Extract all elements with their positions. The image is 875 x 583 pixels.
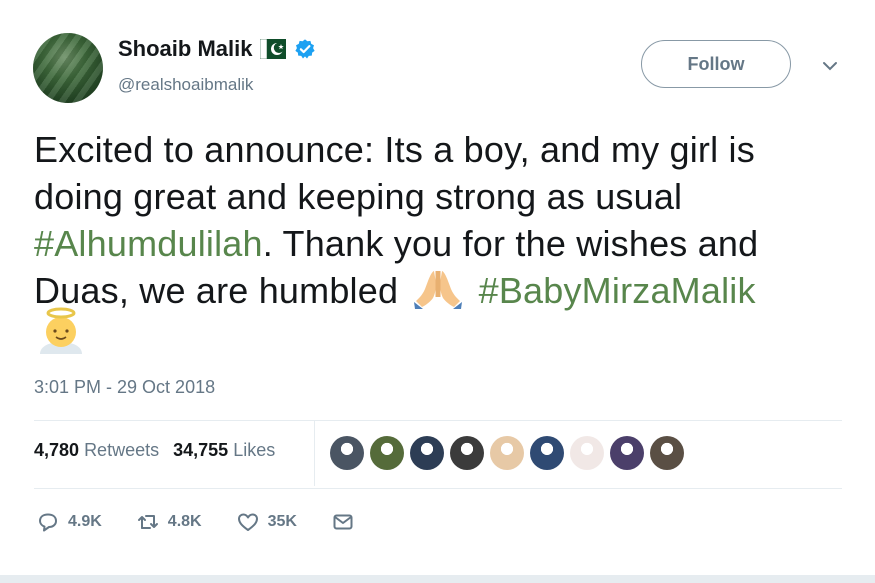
liker-avatar[interactable] <box>570 436 604 470</box>
liker-avatar[interactable] <box>650 436 684 470</box>
tweet-line: doing great and keeping strong as usual <box>34 176 683 217</box>
author-avatar[interactable] <box>33 33 103 103</box>
tweet-line: Duas, we are humbled <box>34 270 399 311</box>
reply-button[interactable]: 4.9K <box>36 510 102 534</box>
tweet-actions: 4.9K 4.8K 35K <box>36 510 389 534</box>
liker-avatar[interactable] <box>530 436 564 470</box>
verified-badge-icon <box>294 38 316 60</box>
liker-avatar[interactable] <box>450 436 484 470</box>
retweet-count: 4.8K <box>167 513 202 530</box>
retweets-label: Retweets <box>84 440 160 460</box>
likes-label: Likes <box>233 440 276 460</box>
retweets-stat[interactable]: 4,780 Retweets <box>34 440 159 461</box>
follow-button[interactable]: Follow <box>641 40 791 88</box>
tweet-bottom-border <box>0 575 875 583</box>
likes-stat[interactable]: 34,755 Likes <box>173 440 275 461</box>
retweet-button[interactable]: 4.8K <box>136 510 202 534</box>
baby-angel-emoji-icon <box>36 306 86 358</box>
hashtag-link[interactable]: #Alhumdulilah <box>34 223 263 264</box>
folded-hands-emoji-icon <box>412 269 464 309</box>
tweet-text: Excited to announce: Its a boy, and my g… <box>34 126 864 314</box>
liker-avatar[interactable] <box>410 436 444 470</box>
hashtag-link[interactable]: #BabyMirzaMalik <box>479 270 756 311</box>
chevron-down-icon[interactable] <box>820 56 840 76</box>
liker-avatar[interactable] <box>370 436 404 470</box>
like-count: 35K <box>267 513 297 530</box>
author-handle[interactable]: @realshoaibmalik <box>118 75 253 95</box>
engagement-stats: 4,780 Retweets 34,755 Likes <box>34 440 275 461</box>
likes-count: 34,755 <box>173 440 229 460</box>
author-name[interactable]: Shoaib Malik <box>118 36 252 62</box>
divider <box>34 420 842 421</box>
reply-icon <box>39 513 57 532</box>
reply-count: 4.9K <box>68 513 102 530</box>
pakistan-flag-icon <box>260 38 287 60</box>
liker-avatar[interactable] <box>490 436 524 470</box>
likers-avatar-row <box>330 436 684 470</box>
heart-icon <box>237 513 258 531</box>
retweets-count: 4,780 <box>34 440 80 460</box>
envelope-icon <box>333 514 353 530</box>
divider <box>314 420 315 486</box>
liker-avatar[interactable] <box>330 436 364 470</box>
divider <box>34 488 842 489</box>
direct-message-button[interactable] <box>331 510 355 534</box>
liker-avatar[interactable] <box>610 436 644 470</box>
like-button[interactable]: 35K <box>236 510 297 534</box>
tweet-timestamp[interactable]: 3:01 PM - 29 Oct 2018 <box>34 377 215 398</box>
tweet-line: . Thank you for the wishes and <box>262 223 759 264</box>
tweet-line: Excited to announce: Its a boy, and my g… <box>34 129 755 170</box>
retweet-icon <box>137 515 158 529</box>
